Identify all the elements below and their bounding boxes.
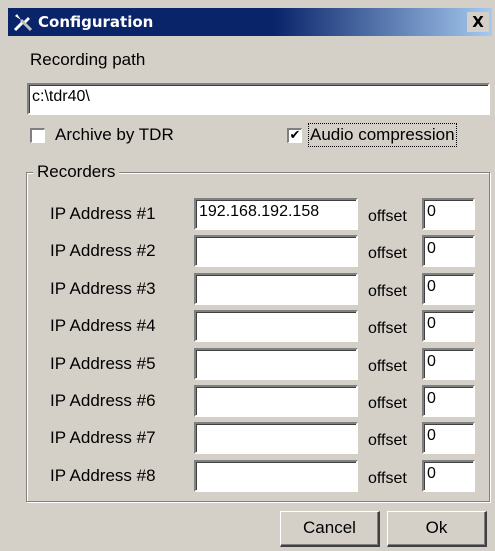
audio-compression-label[interactable]: Audio compression	[308, 123, 457, 147]
ip-address-input[interactable]	[194, 348, 358, 380]
recording-path-label: Recording path	[30, 50, 146, 69]
ip-address-label: IP Address #3	[50, 279, 156, 298]
offset-input[interactable]: 0	[422, 273, 475, 305]
ip-address-input[interactable]	[194, 460, 358, 492]
archive-by-tdr-checkbox[interactable]	[30, 128, 45, 143]
ip-address-label: IP Address #5	[50, 354, 156, 373]
ip-address-label: IP Address #7	[50, 428, 156, 447]
offset-label: offset	[368, 470, 407, 487]
offset-label: offset	[368, 283, 407, 300]
offset-input[interactable]: 0	[422, 310, 475, 342]
ip-address-label: IP Address #4	[50, 316, 156, 335]
offset-label: offset	[368, 208, 407, 225]
close-button[interactable]: X	[467, 12, 489, 32]
title-bar[interactable]: Configuration X	[8, 8, 492, 36]
ip-address-label: IP Address #8	[50, 466, 156, 485]
offset-input[interactable]: 0	[422, 198, 475, 230]
offset-input[interactable]: 0	[422, 422, 475, 454]
offset-input[interactable]: 0	[422, 385, 475, 417]
offset-label: offset	[368, 245, 407, 262]
archive-by-tdr-label[interactable]: Archive by TDR	[55, 125, 174, 145]
offset-label: offset	[368, 320, 407, 337]
ip-address-input[interactable]: 192.168.192.158	[194, 198, 358, 230]
close-icon: X	[472, 13, 484, 31]
offset-label: offset	[368, 395, 407, 412]
offset-input[interactable]: 0	[422, 348, 475, 380]
window-title: Configuration	[38, 13, 154, 31]
ip-address-label: IP Address #2	[50, 241, 156, 260]
ip-address-input[interactable]	[194, 273, 358, 305]
ip-address-input[interactable]	[194, 385, 358, 417]
ip-address-label: IP Address #1	[50, 204, 156, 223]
offset-label: offset	[368, 432, 407, 449]
audio-compression-checkbox[interactable]: ✔	[287, 128, 302, 143]
ip-address-input[interactable]	[194, 422, 358, 454]
offset-input[interactable]: 0	[422, 235, 475, 267]
ip-address-input[interactable]	[194, 235, 358, 267]
ip-address-input[interactable]	[194, 310, 358, 342]
offset-label: offset	[368, 358, 407, 375]
configuration-dialog: Configuration X Recording path c:\tdr40\…	[0, 0, 495, 551]
cancel-button[interactable]: Cancel	[280, 511, 380, 547]
offset-input[interactable]: 0	[422, 460, 475, 492]
ok-button[interactable]: Ok	[387, 511, 487, 547]
ip-address-label: IP Address #6	[50, 391, 156, 410]
configuration-tools-icon	[13, 14, 33, 32]
recorders-group-title: Recorders	[33, 162, 120, 182]
recording-path-input[interactable]: c:\tdr40\	[27, 83, 490, 115]
